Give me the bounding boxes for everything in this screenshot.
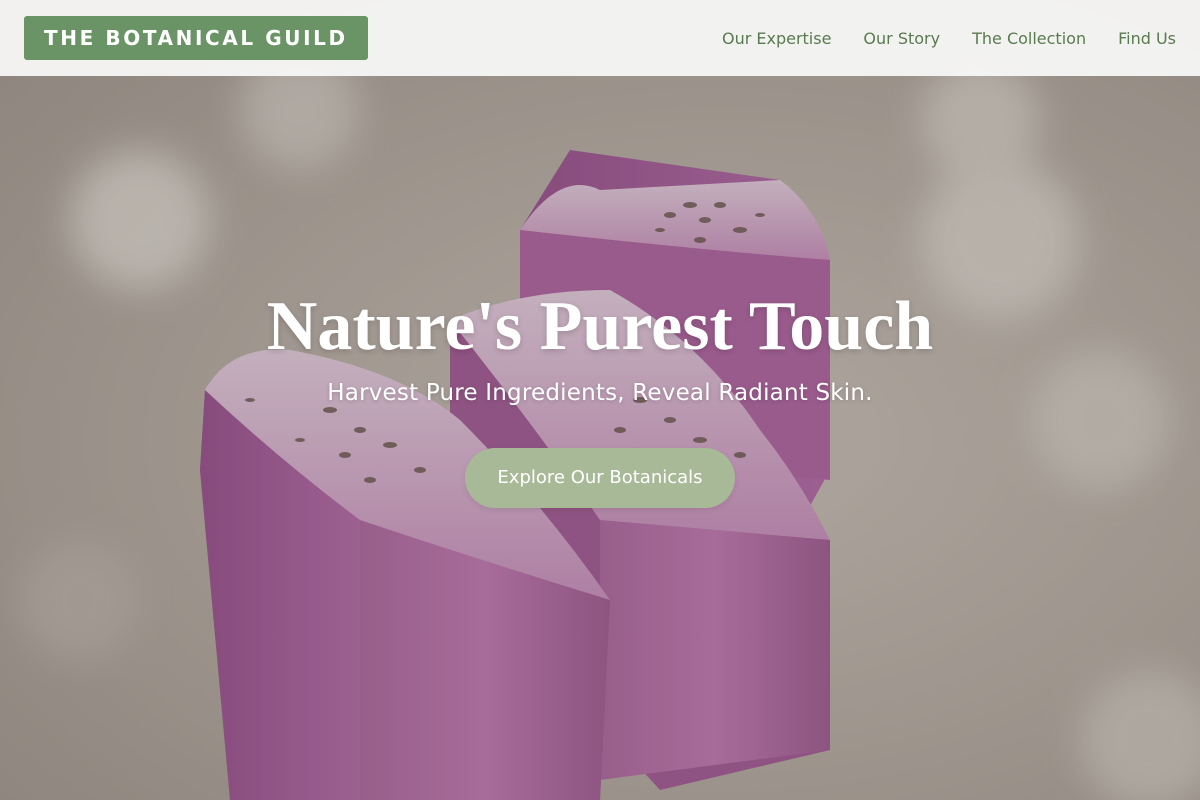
explore-botanicals-button[interactable]: Explore Our Botanicals [465, 448, 735, 508]
site-header: THE BOTANICAL GUILD Our Expertise Our St… [0, 0, 1200, 76]
brand-logo[interactable]: THE BOTANICAL GUILD [24, 16, 368, 60]
hero-subtitle: Harvest Pure Ingredients, Reveal Radiant… [327, 380, 873, 406]
main-nav: Our Expertise Our Story The Collection F… [722, 29, 1176, 48]
nav-link-our-expertise[interactable]: Our Expertise [722, 29, 831, 48]
hero-content: Nature's Purest Touch Harvest Pure Ingre… [0, 286, 1200, 508]
nav-link-our-story[interactable]: Our Story [863, 29, 940, 48]
nav-link-find-us[interactable]: Find Us [1118, 29, 1176, 48]
nav-link-the-collection[interactable]: The Collection [972, 29, 1086, 48]
hero-title: Nature's Purest Touch [266, 288, 934, 365]
